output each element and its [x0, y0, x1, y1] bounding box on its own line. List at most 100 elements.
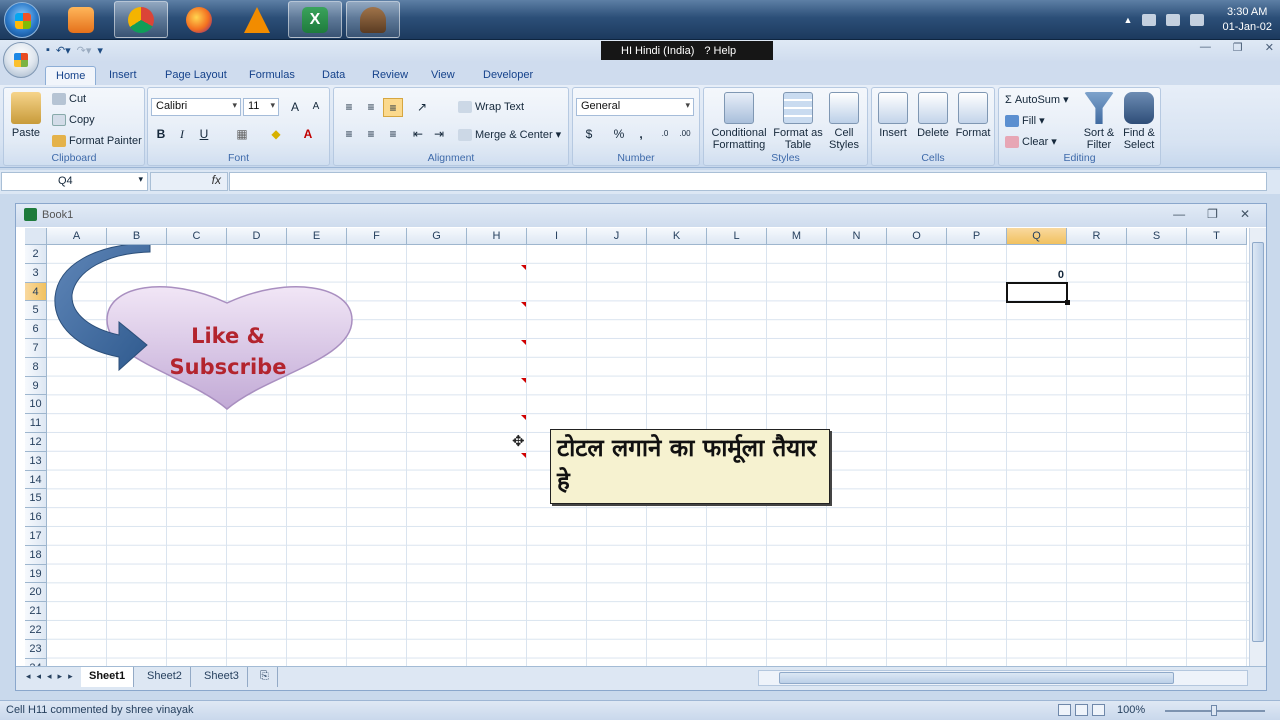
tab-page-layout[interactable]: Page Layout	[155, 66, 237, 86]
row-header-17[interactable]: 17	[25, 527, 47, 546]
increase-indent-icon[interactable]: ⇥	[429, 125, 449, 144]
column-header-h[interactable]: H	[467, 228, 527, 245]
minimize-icon[interactable]: —	[1200, 41, 1211, 54]
taskbar-excel[interactable]: X	[288, 1, 342, 38]
format-cells-button[interactable]: Format	[952, 92, 994, 139]
comment-indicator[interactable]	[521, 264, 526, 270]
sheet-tab-3[interactable]: Sheet3	[196, 667, 248, 687]
tab-developer[interactable]: Developer	[473, 66, 543, 86]
align-bottom-icon[interactable]: ≡	[383, 98, 403, 117]
sheet-nav-arrows[interactable]: ◂◂◂▸▸	[26, 671, 79, 682]
cell-styles-button[interactable]: Cell Styles	[822, 92, 866, 151]
row-header-9[interactable]: 9	[25, 376, 47, 396]
help-button[interactable]: ? Help	[704, 45, 736, 57]
tab-view[interactable]: View	[421, 66, 465, 86]
vertical-scroll-thumb[interactable]	[1252, 242, 1264, 642]
align-top-icon[interactable]: ≡	[339, 98, 359, 117]
page-layout-view-icon[interactable]	[1075, 704, 1088, 716]
row-header-20[interactable]: 20	[25, 583, 47, 603]
orientation-icon[interactable]: ↗	[412, 98, 432, 117]
column-header-s[interactable]: S	[1127, 228, 1187, 245]
column-header-a[interactable]: A	[47, 228, 107, 245]
shrink-font-icon[interactable]: A	[306, 98, 326, 117]
font-color-icon[interactable]: A	[298, 125, 318, 144]
row-header-14[interactable]: 14	[25, 470, 47, 490]
column-header-p[interactable]: P	[947, 228, 1007, 245]
cut-button[interactable]: Cut	[52, 93, 86, 105]
page-break-view-icon[interactable]	[1092, 704, 1105, 716]
copy-button[interactable]: Copy	[52, 114, 95, 126]
cell-comment[interactable]: टोटल लगाने का फार्मूला तैयार हे	[550, 429, 830, 504]
redo-icon[interactable]: ↷▾	[77, 44, 92, 57]
fill-color-icon[interactable]: ◆	[266, 125, 286, 144]
font-size-combo[interactable]: 11	[243, 98, 279, 116]
column-header-q[interactable]: Q	[1007, 228, 1067, 245]
row-header-23[interactable]: 23	[25, 639, 47, 659]
align-right-icon[interactable]: ≡	[383, 125, 403, 144]
column-header-b[interactable]: B	[107, 228, 167, 245]
cell-q3[interactable]: 0	[1007, 269, 1067, 281]
grow-font-icon[interactable]: A	[285, 98, 305, 117]
sheet-tab-2[interactable]: Sheet2	[139, 667, 191, 687]
row-header-4[interactable]: 4	[25, 282, 47, 302]
language-label[interactable]: HI Hindi (India)	[621, 45, 694, 57]
decrease-indent-icon[interactable]: ⇤	[408, 125, 428, 144]
format-as-table-button[interactable]: Format as Table	[772, 92, 824, 151]
increase-decimal-icon[interactable]: .0	[655, 125, 675, 144]
tray-arrow-icon[interactable]: ▲	[1124, 15, 1133, 25]
font-name-combo[interactable]: Calibri	[151, 98, 241, 116]
column-header-g[interactable]: G	[407, 228, 467, 245]
row-header-10[interactable]: 10	[25, 395, 47, 415]
row-header-22[interactable]: 22	[25, 621, 47, 640]
italic-button[interactable]: I	[172, 125, 192, 144]
sort-filter-button[interactable]: Sort & Filter	[1077, 92, 1121, 151]
percent-button[interactable]: %	[609, 125, 629, 144]
comment-indicator[interactable]	[521, 377, 526, 383]
comment-indicator[interactable]	[521, 340, 526, 345]
column-header-d[interactable]: D	[227, 228, 287, 245]
taskbar-chrome[interactable]	[114, 1, 168, 38]
insert-function-icon[interactable]: fx	[150, 172, 228, 191]
vertical-scrollbar[interactable]	[1249, 228, 1266, 668]
tab-formulas[interactable]: Formulas	[239, 66, 305, 86]
insert-sheet-icon[interactable]: ⎘	[252, 667, 278, 687]
clock[interactable]: 3:30 AM 01-Jan-02	[1222, 5, 1272, 35]
comment-indicator[interactable]	[521, 415, 526, 421]
office-button[interactable]	[3, 42, 39, 78]
network-icon[interactable]	[1166, 14, 1181, 26]
align-left-icon[interactable]: ≡	[339, 125, 359, 144]
number-format-combo[interactable]: General	[576, 98, 694, 116]
zoom-level[interactable]: 100%	[1117, 704, 1145, 716]
horizontal-scrollbar[interactable]	[758, 670, 1248, 686]
tab-review[interactable]: Review	[362, 66, 418, 86]
restore-icon[interactable]: ❐	[1233, 41, 1243, 54]
wrap-text-button[interactable]: Wrap Text	[458, 101, 524, 113]
fill-button[interactable]: Fill ▾	[1005, 114, 1045, 127]
taskbar-app[interactable]	[346, 1, 400, 38]
zoom-slider-knob[interactable]	[1211, 705, 1217, 716]
column-header-t[interactable]: T	[1187, 228, 1247, 245]
autosum-button[interactable]: Σ AutoSum ▾	[1005, 93, 1069, 107]
comment-indicator[interactable]	[521, 452, 526, 458]
tab-data[interactable]: Data	[312, 66, 355, 86]
decrease-decimal-icon[interactable]: .00	[675, 125, 695, 144]
delete-cells-button[interactable]: Delete	[912, 92, 954, 139]
row-header-21[interactable]: 21	[25, 602, 47, 621]
column-header-o[interactable]: O	[887, 228, 947, 245]
row-header-3[interactable]: 3	[25, 263, 47, 283]
start-button[interactable]	[4, 2, 40, 38]
column-header-i[interactable]: I	[527, 228, 587, 245]
sheet-tab-1[interactable]: Sheet1	[81, 667, 135, 687]
worksheet-grid[interactable]: Like & Subscribe 0 टोटल लगाने का फार्मूल…	[25, 228, 1250, 668]
taskbar-firefox[interactable]	[172, 1, 226, 38]
conditional-formatting-button[interactable]: Conditional Formatting	[706, 92, 772, 151]
wb-close-icon[interactable]: ✕	[1240, 207, 1250, 221]
save-icon[interactable]: ▪	[46, 44, 50, 56]
close-icon[interactable]: ✕	[1265, 41, 1274, 54]
active-cell-q4[interactable]	[1006, 282, 1070, 305]
underline-button[interactable]: U	[194, 125, 214, 144]
select-all-corner[interactable]	[25, 228, 47, 245]
currency-button[interactable]: $	[579, 125, 599, 144]
row-header-5[interactable]: 5	[25, 301, 47, 321]
row-header-6[interactable]: 6	[25, 320, 47, 339]
